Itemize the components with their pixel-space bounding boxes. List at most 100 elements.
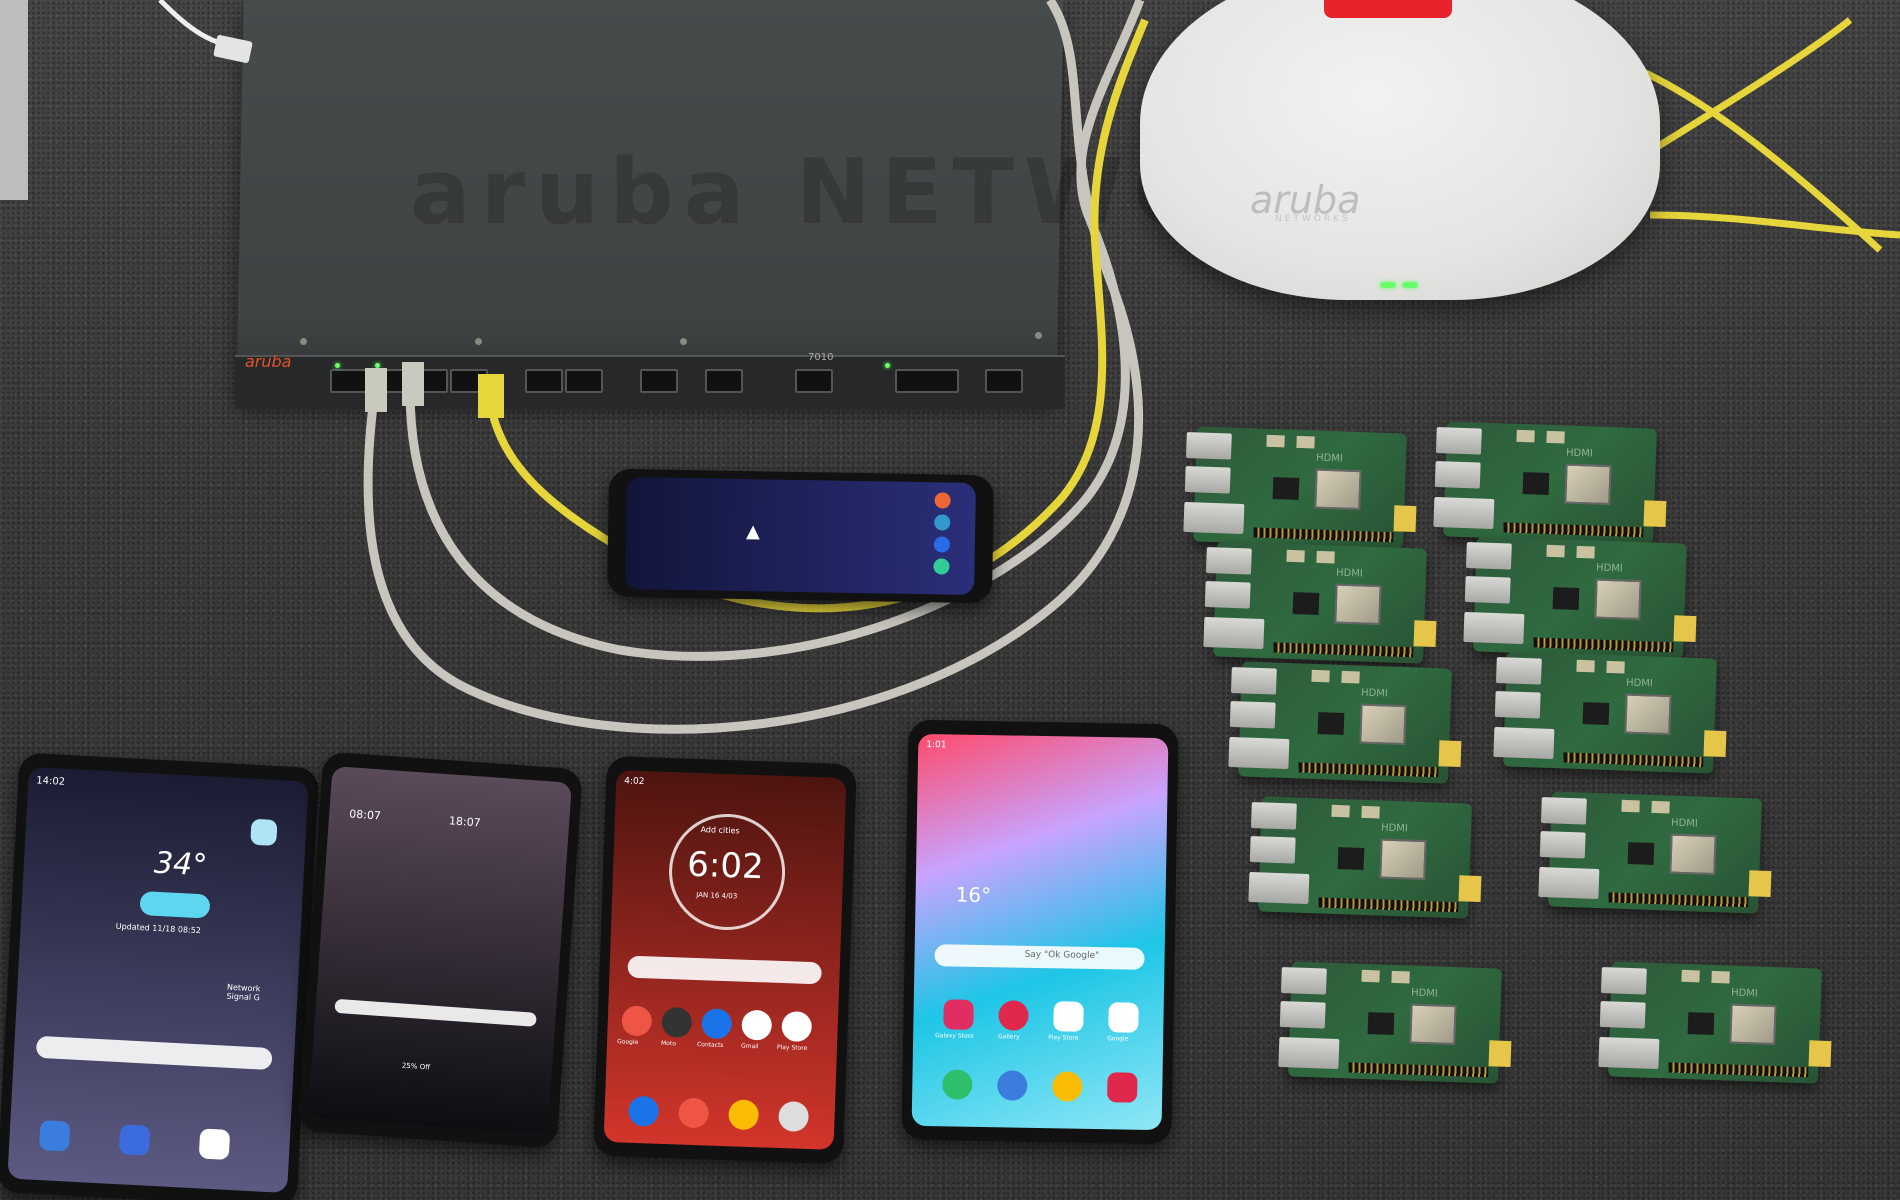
ethernet-port — [1538, 866, 1600, 900]
gray-cable — [363, 0, 1143, 734]
gpio-header — [1318, 897, 1459, 913]
google-icon — [1108, 1002, 1139, 1033]
weather-icon — [139, 890, 211, 919]
gpio-header — [1503, 522, 1644, 538]
galaxy-store-icon — [943, 999, 974, 1030]
ram-chip — [1522, 472, 1550, 495]
usb-port — [1464, 575, 1511, 604]
usb-port — [1539, 830, 1586, 859]
messages-icon — [678, 1097, 710, 1129]
raspberry-pi-board: HDMI — [1228, 661, 1462, 784]
hdmi-port — [1576, 659, 1595, 673]
connector — [1808, 1040, 1832, 1068]
raspberry-pi-board: HDMI — [1463, 536, 1697, 659]
widget-label: Network Signal G — [226, 982, 261, 1003]
status-time: 4:02 — [623, 776, 645, 788]
usb-port — [1600, 967, 1647, 995]
hdmi-port — [1391, 970, 1410, 984]
hdmi-label: HDMI — [1410, 987, 1439, 1000]
play-store-icon — [781, 1011, 813, 1043]
cpu-chip — [1359, 703, 1407, 746]
usb-port — [1249, 835, 1296, 864]
clock-right: 18:07 — [448, 814, 482, 830]
hdmi-port — [1331, 804, 1350, 818]
ram-chip — [1272, 477, 1300, 500]
cpu-chip — [1379, 838, 1427, 881]
app-icon — [38, 1120, 71, 1152]
phone-icon — [942, 1069, 973, 1100]
access-point-label — [1324, 0, 1452, 18]
phone-4: 1:01 16° Say "Ok Google" Galaxy Store Ga… — [901, 719, 1179, 1145]
usb-port — [1279, 1000, 1326, 1029]
connector — [1748, 870, 1772, 898]
cpu-chip — [1564, 463, 1612, 506]
messages-icon — [997, 1070, 1028, 1101]
raspberry-pi-board: HDMI — [1493, 651, 1727, 774]
access-point-subtext: NETWORKS — [1275, 214, 1351, 224]
usb-port — [1495, 657, 1542, 685]
laptop-edge — [0, 0, 28, 200]
app-label: Play Store — [1048, 1034, 1079, 1042]
clock-left: 08:07 — [348, 807, 382, 823]
connector — [1488, 1040, 1512, 1068]
usb-port — [1435, 427, 1482, 455]
app-label: Gmail — [740, 1042, 759, 1051]
ram-chip — [1292, 592, 1320, 615]
hdmi-port — [1711, 970, 1730, 984]
gpio-header — [1668, 1062, 1809, 1078]
weather-temp: 16° — [955, 882, 992, 908]
status-led — [1380, 282, 1396, 288]
ram-chip — [1337, 847, 1365, 870]
app-icon — [118, 1124, 151, 1156]
phone-3: 4:02 Add cities 6:02 JAN 16 4/03 Google … — [593, 755, 857, 1165]
gpio-header — [1273, 642, 1414, 658]
clock-time: 6:02 — [686, 844, 765, 888]
weather-temp: 34° — [153, 845, 209, 884]
gpio-header — [1563, 752, 1704, 768]
cpu-chip — [1409, 1003, 1457, 1046]
app-label: Moto — [660, 1039, 677, 1048]
ram-chip — [1582, 702, 1610, 725]
gpio-header — [1533, 637, 1674, 653]
hdmi-port — [1311, 669, 1330, 683]
phone-icon — [628, 1095, 660, 1127]
gpio-header — [1608, 892, 1749, 908]
hdmi-port — [1361, 805, 1380, 819]
phone-1: 14:02 34° Updated 11/18 08:52 Network Si… — [0, 752, 320, 1200]
hdmi-port — [1576, 545, 1595, 559]
hdmi-label: HDMI — [1625, 677, 1654, 690]
hdmi-port — [1546, 430, 1565, 444]
contacts-icon — [701, 1008, 733, 1040]
hdmi-port — [1606, 660, 1625, 674]
usb-port — [1185, 432, 1232, 460]
hdmi-port — [1286, 549, 1305, 563]
ethernet-port — [1183, 501, 1245, 535]
usb-port — [1599, 1000, 1646, 1029]
phone-5: ▲ — [606, 468, 995, 604]
cpu-chip — [1594, 578, 1642, 621]
ethernet-port — [1278, 1036, 1340, 1070]
hdmi-port — [1621, 799, 1640, 813]
cpu-chip — [1669, 833, 1717, 876]
phone-screen: 4:02 Add cities 6:02 JAN 16 4/03 Google … — [603, 770, 847, 1150]
app-label: Galaxy Store — [935, 1032, 974, 1040]
hdmi-label: HDMI — [1730, 987, 1759, 1000]
hdmi-label: HDMI — [1595, 562, 1624, 575]
cable-connector — [402, 362, 424, 406]
connector — [1703, 730, 1727, 758]
raspberry-pi-board: HDMI — [1598, 961, 1832, 1084]
ethernet-port — [1598, 1036, 1660, 1070]
hdmi-label: HDMI — [1380, 822, 1409, 835]
ram-chip — [1627, 842, 1655, 865]
usb-port — [1229, 700, 1276, 729]
connector — [1393, 505, 1417, 533]
ethernet-port — [1433, 496, 1495, 530]
chrome-icon — [728, 1099, 760, 1131]
hdmi-label: HDMI — [1565, 447, 1594, 460]
play-store-icon — [198, 1128, 231, 1160]
search-placeholder: Say "Ok Google" — [1024, 949, 1100, 962]
camera-icon — [778, 1100, 810, 1133]
ethernet-port — [1493, 726, 1555, 760]
usb-port — [1205, 547, 1252, 575]
phone-screen: 1:01 16° Say "Ok Google" Galaxy Store Ga… — [911, 733, 1169, 1131]
